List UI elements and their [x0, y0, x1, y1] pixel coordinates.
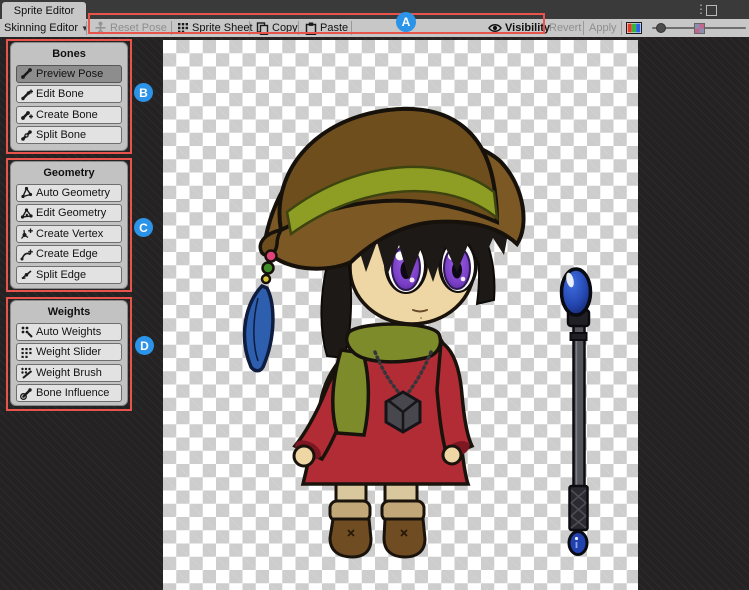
float-window-icon[interactable] [706, 5, 717, 16]
dropdown-label: Skinning Editor [4, 22, 78, 34]
badge-c: C [134, 218, 153, 237]
color-overlay-button[interactable] [626, 19, 642, 37]
slider-thumb[interactable] [656, 23, 666, 33]
badge-d-label: D [140, 339, 149, 353]
badge-b-label: B [139, 86, 148, 100]
sprite-editor-window: Sprite Editor ⋮ Skinning Editor ▼ Reset … [0, 0, 749, 590]
geometry-highlight-box [6, 158, 132, 292]
badge-a-label: A [402, 15, 411, 29]
badge-a: A [396, 12, 416, 32]
apply-label: Apply [589, 22, 617, 34]
toolbar-divider [621, 21, 622, 35]
toolbar-divider [583, 21, 584, 35]
tab-sprite-editor[interactable]: Sprite Editor [2, 2, 86, 19]
tab-title: Sprite Editor [14, 5, 75, 17]
revert-button[interactable]: Revert [549, 19, 581, 37]
sprite-canvas[interactable] [163, 40, 638, 590]
alpha-checker-icon [694, 23, 705, 34]
revert-label: Revert [549, 22, 581, 34]
weights-highlight-box [6, 297, 132, 411]
apply-button[interactable]: Apply [589, 19, 617, 37]
badge-b: B [134, 83, 153, 102]
toolbar-divider [86, 21, 87, 35]
badge-c-label: C [139, 221, 148, 235]
toolbar-highlight-box [88, 13, 545, 34]
opacity-slider[interactable] [652, 19, 746, 37]
bones-highlight-box [6, 39, 132, 154]
rgb-swatch-icon [626, 22, 642, 34]
badge-d: D [135, 336, 154, 355]
character-sprite [163, 40, 638, 590]
skinning-editor-dropdown[interactable]: Skinning Editor ▼ [4, 19, 89, 37]
